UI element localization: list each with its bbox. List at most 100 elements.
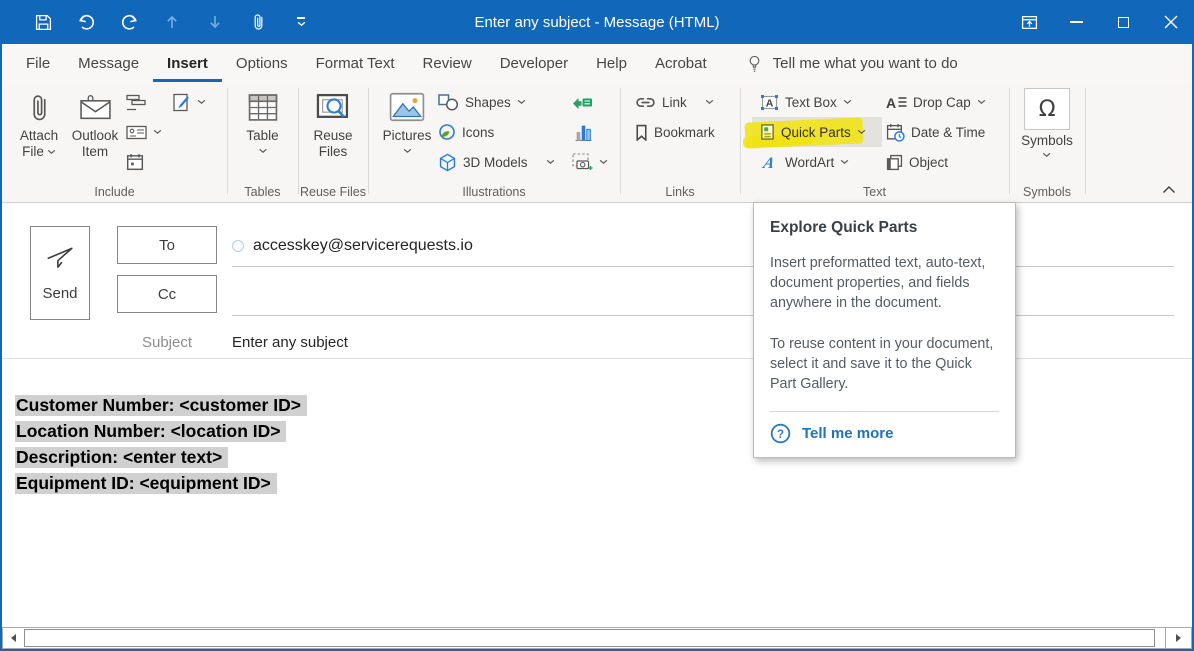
tab-message[interactable]: Message <box>64 44 153 82</box>
group-text: A Text Box Quick Parts A WordArt <box>740 82 1009 202</box>
chevron-down-icon <box>1042 152 1051 158</box>
collapse-ribbon-button[interactable] <box>1162 185 1176 194</box>
shapes-label: Shapes <box>465 95 511 110</box>
tab-file[interactable]: File <box>12 44 64 82</box>
chevron-down-icon <box>599 159 608 165</box>
date-time-icon <box>886 123 905 142</box>
scroll-left-button[interactable] <box>3 628 23 648</box>
outlook-item-label-line2: Item <box>82 144 108 160</box>
text-box-label: Text Box <box>785 95 837 110</box>
tab-acrobat[interactable]: Acrobat <box>641 44 721 82</box>
chevron-down-icon <box>403 148 412 154</box>
chevron-down-icon <box>517 99 526 105</box>
tell-me-box[interactable]: Tell me what you want to do <box>747 44 958 82</box>
tab-options[interactable]: Options <box>222 44 302 82</box>
poll-button[interactable] <box>126 88 146 116</box>
group-label-tables: Tables <box>227 185 298 199</box>
link-button[interactable]: Link <box>635 88 714 116</box>
cc-label: Cc <box>158 286 176 303</box>
close-button[interactable] <box>1147 0 1194 44</box>
maximize-button[interactable] <box>1100 0 1147 44</box>
quick-parts-button[interactable]: Quick Parts <box>752 117 882 147</box>
outlook-item-icon <box>79 93 112 121</box>
send-plane-icon <box>45 245 75 271</box>
drop-cap-icon: A <box>886 95 907 110</box>
icons-label: Icons <box>462 125 494 140</box>
shapes-button[interactable]: Shapes <box>438 88 526 116</box>
smartart-button[interactable] <box>572 88 593 116</box>
shapes-icon <box>438 94 459 111</box>
minimize-button[interactable] <box>1053 0 1100 44</box>
group-tables: Table Tables <box>227 82 298 202</box>
3d-models-button[interactable]: 3D Models <box>438 148 555 176</box>
scroll-right-button[interactable] <box>1165 628 1191 648</box>
symbols-label: Symbols <box>1021 133 1073 149</box>
tab-insert[interactable]: Insert <box>153 44 222 82</box>
chevron-down-icon <box>705 99 714 105</box>
group-illustrations: Pictures Shapes Icons 3D Models <box>368 82 620 202</box>
body-line-text: Description: <enter text> <box>15 447 228 468</box>
chevron-down-icon <box>258 148 267 154</box>
attach-file-button[interactable]: Attach File <box>12 86 66 160</box>
tab-review[interactable]: Review <box>409 44 486 82</box>
chart-icon <box>574 123 593 142</box>
quick-parts-icon <box>760 123 775 141</box>
date-time-label: Date & Time <box>911 125 985 140</box>
3d-models-icon <box>438 153 457 172</box>
to-field[interactable]: accesskey@servicerequests.io <box>232 226 1174 267</box>
quick-parts-tooltip: Explore Quick Parts Insert preformatted … <box>753 202 1016 458</box>
calendar-button[interactable] <box>126 148 144 176</box>
chevron-down-icon <box>977 99 986 105</box>
tell-me-more-link[interactable]: ? Tell me more <box>770 412 999 457</box>
table-button[interactable]: Table <box>246 86 279 154</box>
group-label-text: Text <box>740 185 1009 199</box>
chevron-down-icon <box>47 149 56 155</box>
subject-label: Subject <box>117 334 217 351</box>
symbols-button[interactable]: Ω Symbols <box>1021 88 1073 158</box>
tell-me-more-label: Tell me more <box>802 425 893 442</box>
subject-field[interactable]: Enter any subject <box>232 334 348 351</box>
horizontal-scrollbar[interactable] <box>2 627 1192 649</box>
icons-button[interactable]: Icons <box>438 118 494 146</box>
cc-button[interactable]: Cc <box>117 275 217 313</box>
outlook-message-window: Enter any subject - Message (HTML) File … <box>0 0 1194 651</box>
wordart-icon: A <box>760 154 779 171</box>
tab-developer[interactable]: Developer <box>486 44 582 82</box>
wordart-button[interactable]: A WordArt <box>760 148 849 176</box>
screenshot-button[interactable] <box>572 148 608 176</box>
svg-text:A: A <box>761 154 777 171</box>
chevron-down-icon <box>546 159 555 165</box>
screenshot-icon <box>572 153 593 172</box>
tab-format-text[interactable]: Format Text <box>302 44 409 82</box>
ribbon-tab-row: File Message Insert Options Format Text … <box>2 44 1192 82</box>
body-line-text: Location Number: <location ID> <box>15 421 286 442</box>
body-line: Equipment ID: <equipment ID> <box>15 470 1192 496</box>
signature-button[interactable] <box>172 88 206 116</box>
bookmark-button[interactable]: Bookmark <box>635 118 715 146</box>
drop-cap-button[interactable]: A Drop Cap <box>886 88 986 116</box>
group-links: Link Bookmark Links <box>620 82 740 202</box>
cc-field[interactable] <box>232 275 1174 316</box>
text-box-icon: A <box>760 94 779 111</box>
to-button[interactable]: To <box>117 226 217 264</box>
outlook-item-button[interactable]: Outlook Item <box>66 86 124 160</box>
link-label: Link <box>662 95 687 110</box>
bookmark-label: Bookmark <box>654 125 715 140</box>
pictures-button[interactable]: Pictures <box>378 86 436 154</box>
ribbon-display-options-button[interactable] <box>1006 0 1053 44</box>
ribbon: Attach File Outlook Item Inclu <box>2 82 1192 203</box>
group-include: Attach File Outlook Item Inclu <box>2 82 227 202</box>
scrollbar-thumb[interactable] <box>24 629 1155 647</box>
text-box-button[interactable]: A Text Box <box>760 88 852 116</box>
send-button[interactable]: Send <box>30 226 90 320</box>
icons-icon <box>438 123 456 141</box>
reuse-files-button[interactable]: Reuse Files <box>313 86 352 160</box>
chart-button[interactable] <box>574 118 593 146</box>
ribbon-display-icon <box>1021 14 1038 31</box>
object-button[interactable]: Object <box>886 148 948 176</box>
omega-icon: Ω <box>1034 96 1060 122</box>
business-card-button[interactable] <box>126 118 162 146</box>
date-time-button[interactable]: Date & Time <box>886 118 985 146</box>
body-line-text: Equipment ID: <equipment ID> <box>15 473 277 494</box>
tab-help[interactable]: Help <box>582 44 641 82</box>
